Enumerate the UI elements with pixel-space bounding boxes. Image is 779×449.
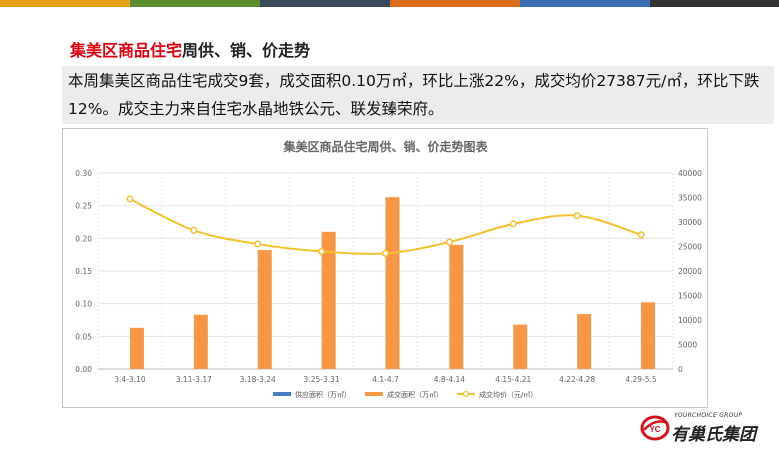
bar-sales (385, 197, 400, 369)
y-left-tick-label: 0.15 (75, 267, 92, 276)
point-price (318, 247, 326, 255)
brand-english: YOURCHOICE GROUP (674, 412, 743, 419)
page-title: 集美区商品住宅周供、销、价走势 (70, 37, 310, 61)
x-tick-label: 4.8-4.14 (434, 375, 466, 384)
y-left-tick-label: 0.10 (75, 300, 92, 309)
brand-emblem-icon: YC (640, 415, 670, 441)
bar-sales (449, 244, 464, 369)
y-right-tick-label: 30000 (678, 218, 702, 227)
point-price (573, 212, 581, 220)
legend-label-sales: 成交面积（万㎡） (387, 390, 443, 399)
chart-panel: 集美区商品住宅周供、销、价走势图表 0.00 0.05 0.10 0.15 0.20 0.2… (62, 128, 708, 408)
y-right-tick-label: 0 (678, 365, 683, 374)
bar-sales (577, 314, 592, 369)
y-right-tick-label: 35000 (678, 194, 702, 203)
legend-marker-price (462, 390, 470, 398)
topbar-segment-6 (650, 0, 779, 7)
page-title-highlight: 集美区商品住宅 (70, 41, 183, 60)
summary-text: 本周集美区商品住宅成交9套，成交面积0.10万㎡，环比上涨22%，成交均价273… (62, 66, 774, 124)
bar-sales (129, 327, 144, 369)
bar-sales (641, 302, 656, 369)
y-right-tick-label: 10000 (678, 316, 702, 325)
brand-logo: YC YOURCHOICE GROUP 有巢氏集团 (638, 411, 778, 445)
page-title-rest: 周供、销、价走势 (182, 41, 311, 60)
topbar-segment-3 (260, 0, 390, 7)
point-price (190, 226, 198, 234)
y-left-tick-label: 0.20 (75, 234, 92, 243)
topbar-segment-5 (520, 0, 650, 7)
y-right-tick-label: 20000 (678, 267, 702, 276)
x-tick-label: 3.11-3.17 (176, 375, 212, 384)
chart-title: 集美区商品住宅周供、销、价走势图表 (282, 139, 488, 154)
bar-sales (193, 314, 208, 369)
legend-swatch-sales (365, 392, 383, 396)
y-left-tick-label: 0.25 (75, 202, 92, 211)
y-left-tick-label: 0.00 (75, 365, 92, 374)
topbar-segment-4 (390, 0, 520, 7)
point-price (254, 240, 262, 248)
y-left-tick-label: 0.30 (75, 169, 92, 178)
point-price (509, 220, 517, 228)
point-price (637, 231, 645, 239)
legend-label-supply: 供应面积（万㎡） (295, 390, 351, 399)
x-tick-label: 3.18-3.24 (240, 375, 276, 384)
x-tick-label: 4.29-5.5 (625, 375, 657, 384)
point-price (445, 238, 453, 246)
brand-badge: YC (649, 425, 660, 434)
topbar-segment-1 (0, 0, 130, 7)
point-price (126, 195, 134, 203)
y-right-tick-label: 15000 (678, 292, 702, 301)
x-tick-label: 3.4-3.10 (114, 375, 146, 384)
y-right-tick-label: 40000 (678, 169, 702, 178)
x-tick-label: 3.25-3.31 (304, 375, 340, 384)
brand-name: 有巢氏集团 (671, 425, 756, 445)
y-right-tick-label: 25000 (678, 243, 702, 252)
x-tick-label: 4.1-4.7 (372, 375, 399, 384)
y-left-tick-label: 0.05 (75, 332, 92, 341)
legend-label-price: 成交均价（元/㎡） (479, 390, 537, 399)
topbar-segment-2 (130, 0, 260, 7)
legend-swatch-supply (273, 392, 291, 396)
top-color-bar (0, 0, 779, 7)
y-right-tick-label: 5000 (678, 341, 697, 350)
chart-svg: 集美区商品住宅周供、销、价走势图表 0.00 0.05 0.10 0.15 0.20 0.2… (75, 139, 702, 399)
bar-sales (513, 324, 528, 369)
x-tick-label: 4.15-4.21 (495, 375, 531, 384)
x-tick-label: 4.22-4.28 (559, 375, 595, 384)
bar-sales (257, 250, 272, 369)
point-price (381, 249, 390, 257)
